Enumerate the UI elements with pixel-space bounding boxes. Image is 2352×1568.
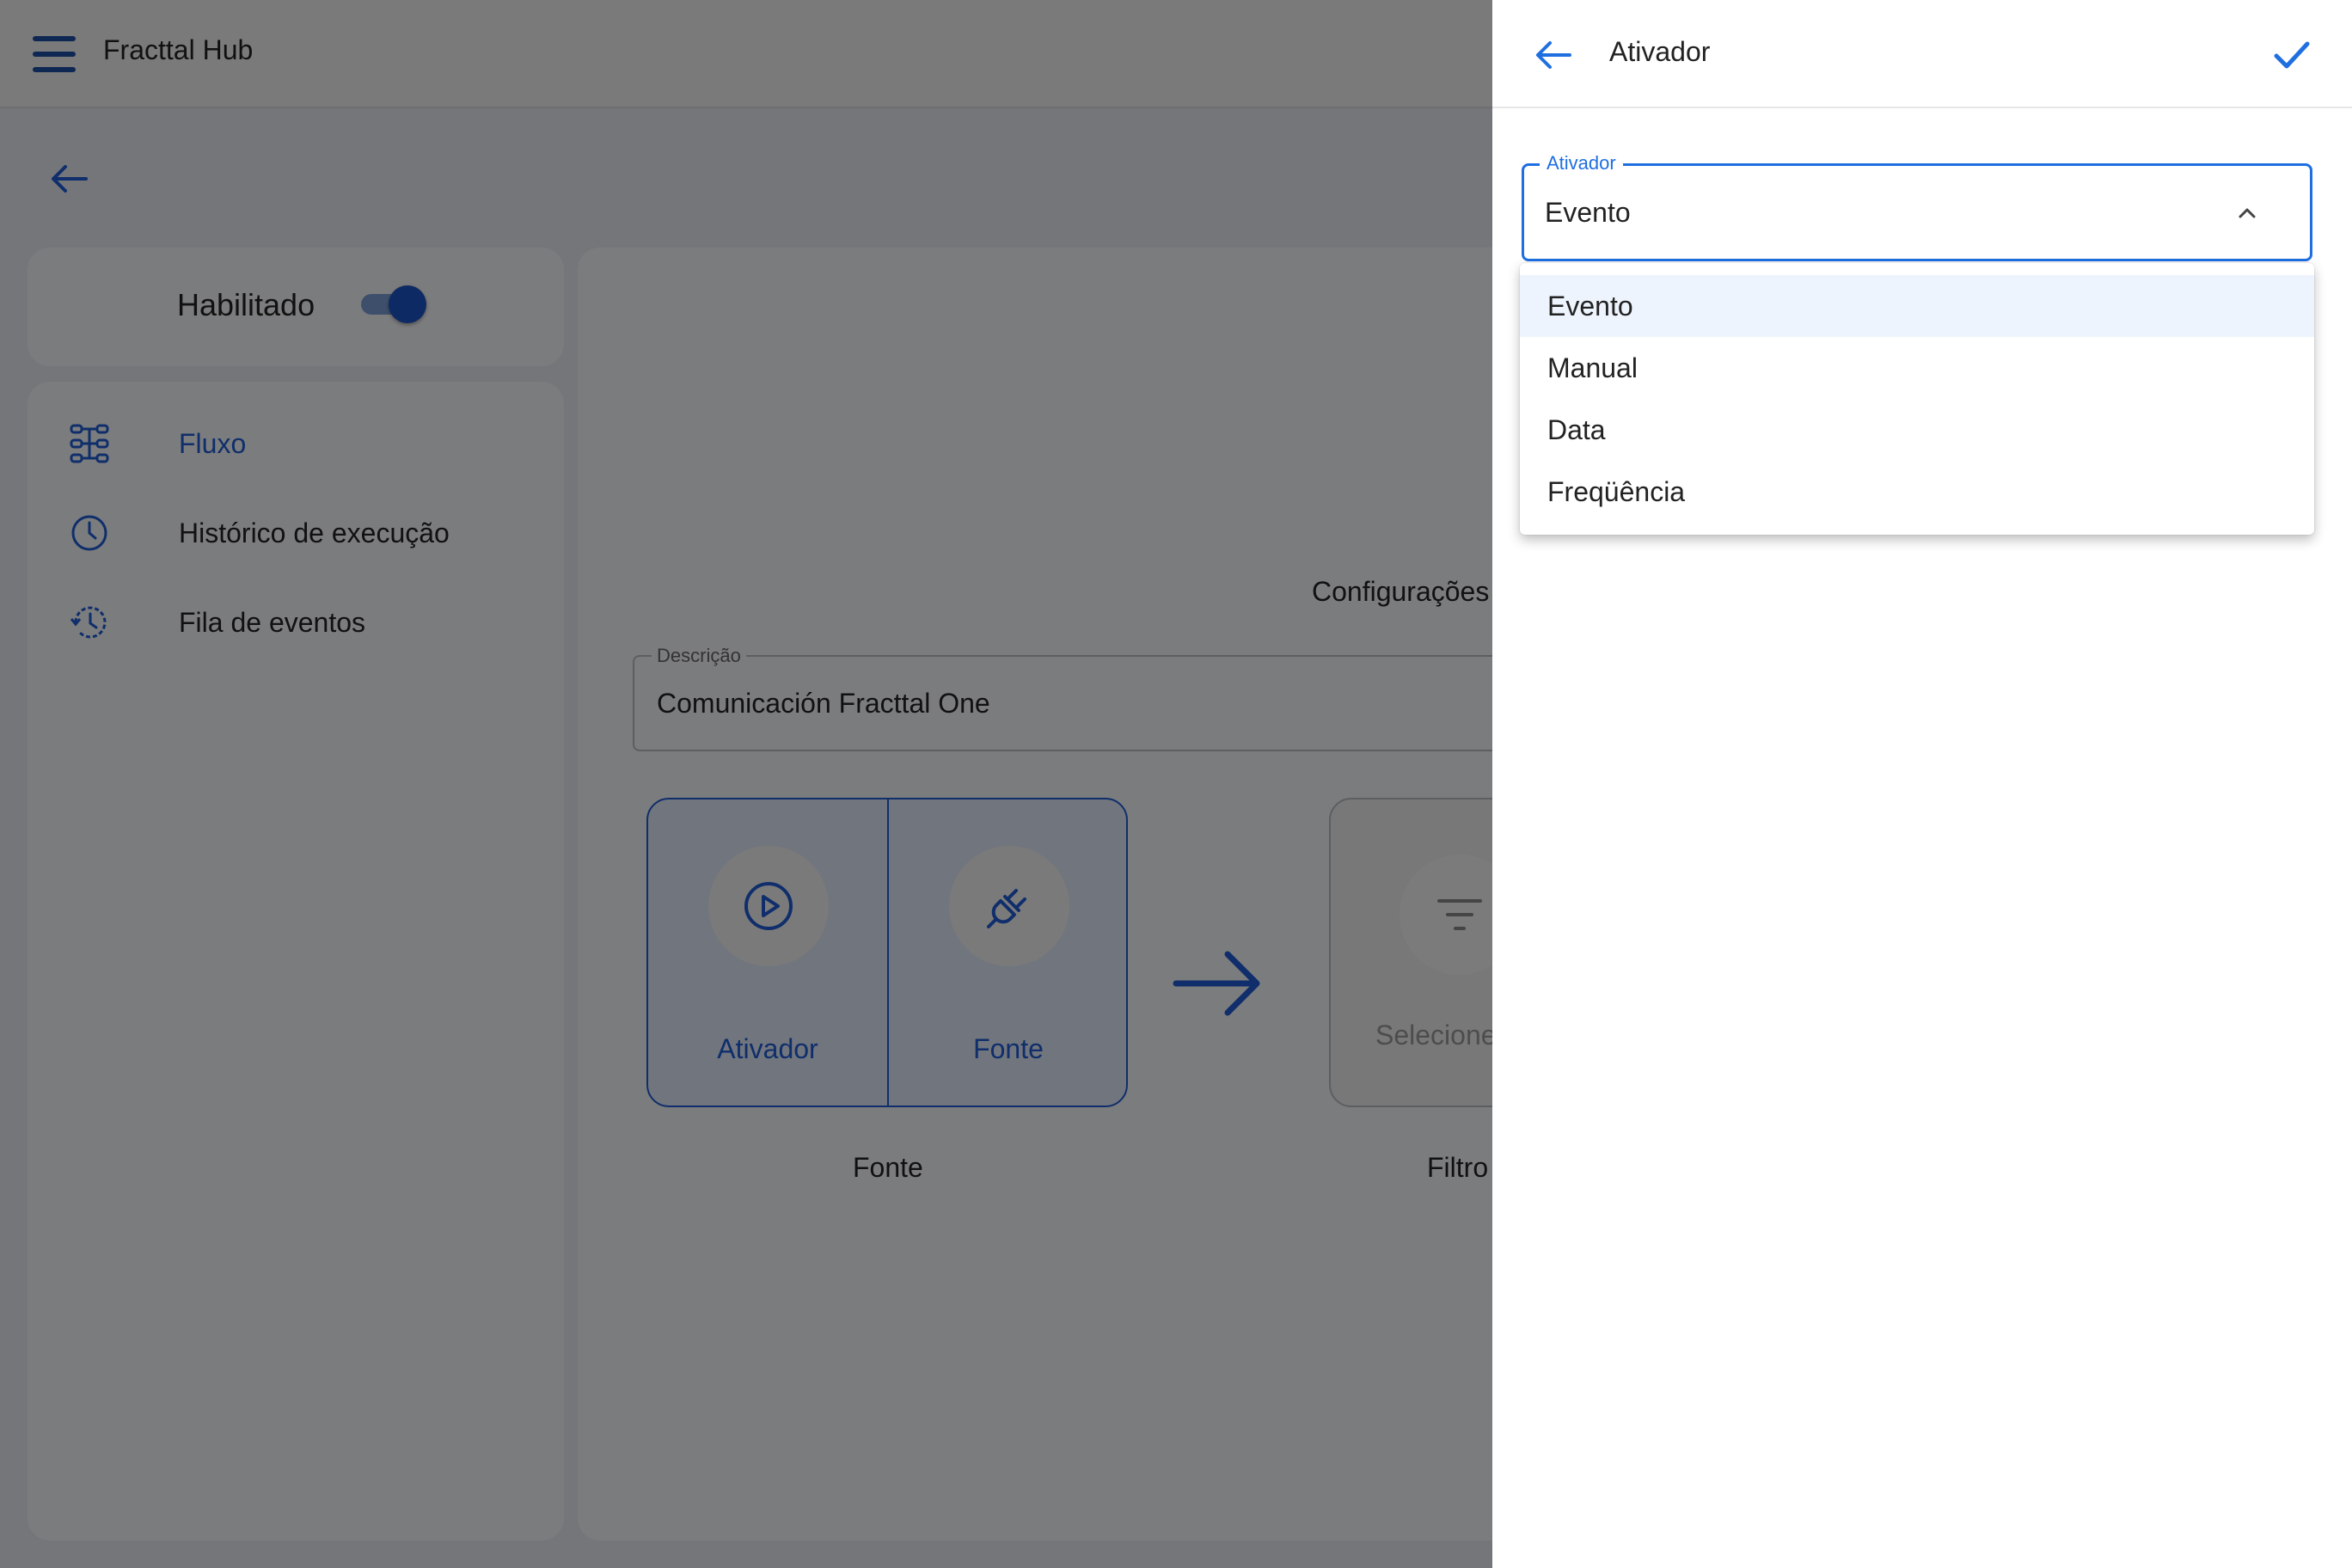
trigger-side-panel: Ativador Ativador Evento Evento Manual D… (1492, 0, 2352, 1568)
trigger-dropdown-menu: Evento Manual Data Freqüência (1520, 263, 2314, 535)
dropdown-option-date[interactable]: Data (1520, 399, 2314, 461)
trigger-select-label: Ativador (1540, 152, 1623, 175)
dropdown-option-manual[interactable]: Manual (1520, 337, 2314, 399)
dropdown-option-label: Manual (1547, 352, 1638, 383)
modal-backdrop[interactable] (0, 0, 1492, 1568)
check-icon[interactable] (2273, 38, 2311, 72)
dropdown-option-label: Freqüência (1547, 476, 1686, 507)
chevron-up-icon[interactable] (2238, 205, 2257, 219)
back-arrow-icon[interactable] (1534, 38, 1573, 72)
panel-header: Ativador (1492, 0, 2352, 108)
dropdown-option-label: Data (1547, 414, 1606, 445)
trigger-select-value: Evento (1545, 197, 1631, 228)
panel-title: Ativador (1609, 36, 1711, 67)
dropdown-option-event[interactable]: Evento (1520, 275, 2314, 337)
trigger-select[interactable]: Ativador Evento (1522, 152, 2312, 261)
dropdown-option-label: Evento (1547, 291, 1633, 322)
dropdown-option-frequency[interactable]: Freqüência (1520, 461, 2314, 523)
